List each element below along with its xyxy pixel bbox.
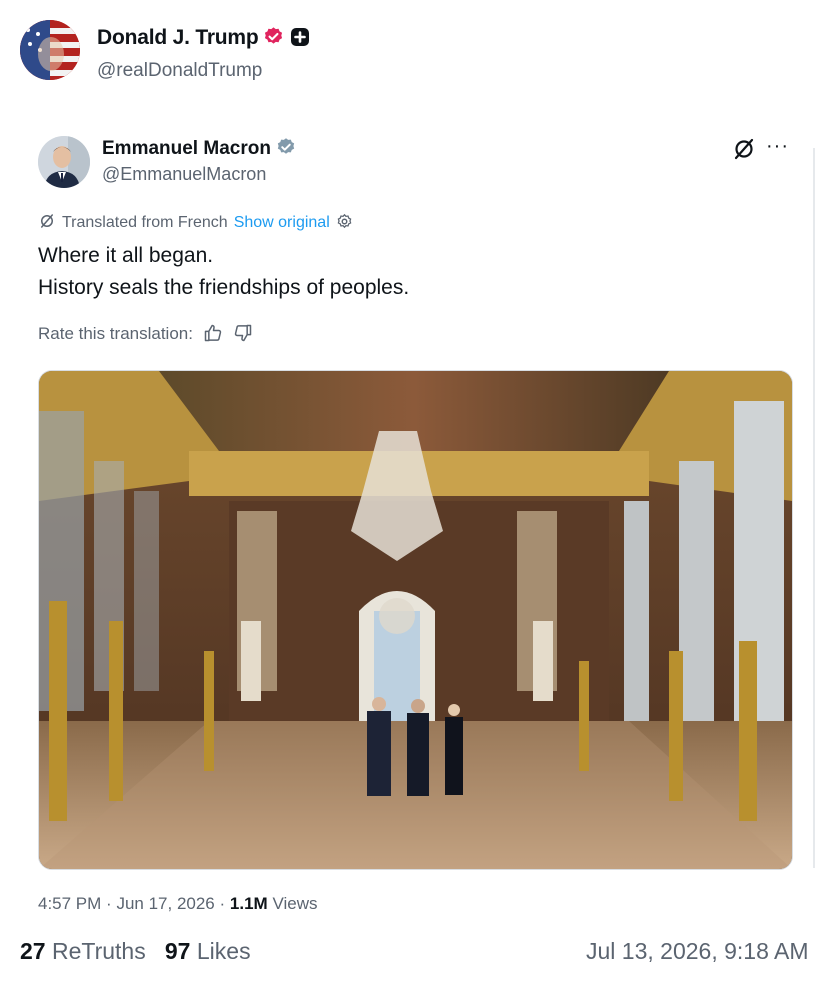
meta-separator: · bbox=[106, 894, 112, 913]
retruths-count[interactable]: 27 bbox=[20, 938, 46, 964]
grok-icon[interactable] bbox=[732, 137, 756, 161]
embedded-author-handle[interactable]: @EmmanuelMacron bbox=[102, 164, 266, 185]
tweet-text-line-2: History seals the friendships of peoples… bbox=[38, 276, 410, 299]
meta-separator: · bbox=[219, 894, 226, 913]
tweet-photo[interactable] bbox=[38, 370, 793, 870]
verified-badge-icon bbox=[263, 26, 284, 47]
likes-label[interactable]: Likes bbox=[197, 938, 251, 964]
tweet-date[interactable]: Jun 17, 2026 bbox=[116, 894, 214, 913]
card-divider bbox=[813, 148, 815, 868]
retruths-label[interactable]: ReTruths bbox=[52, 938, 146, 964]
likes-count[interactable]: 97 bbox=[165, 938, 191, 964]
show-original-link[interactable]: Show original bbox=[234, 214, 330, 231]
more-icon[interactable]: ··· bbox=[766, 136, 792, 160]
author-name[interactable]: Donald J. Trump bbox=[97, 26, 310, 50]
settings-icon[interactable] bbox=[336, 213, 353, 230]
translation-notice: Translated from French Show original bbox=[38, 212, 353, 232]
author-avatar[interactable] bbox=[20, 20, 80, 80]
embedded-author-avatar[interactable] bbox=[38, 136, 90, 188]
author-name-text[interactable]: Donald J. Trump bbox=[97, 26, 259, 49]
tweet-text-line-1: Where it all began. bbox=[38, 244, 214, 267]
thumbs-down-icon[interactable] bbox=[233, 323, 253, 343]
views-label: Views bbox=[272, 894, 318, 913]
rate-translation: Rate this translation: bbox=[38, 323, 253, 344]
embedded-author-name-text[interactable]: Emmanuel Macron bbox=[102, 138, 271, 159]
author-handle[interactable]: @realDonaldTrump bbox=[97, 60, 262, 82]
tweet-text: Where it all began. History seals the fr… bbox=[38, 240, 409, 304]
translate-icon bbox=[38, 212, 56, 230]
plus-badge-icon bbox=[290, 27, 310, 47]
tweet-time[interactable]: 4:57 PM bbox=[38, 894, 101, 913]
embedded-author-name[interactable]: Emmanuel Macron bbox=[102, 137, 296, 160]
thumbs-up-icon[interactable] bbox=[203, 323, 223, 343]
translated-label: Translated from French bbox=[62, 214, 228, 231]
tweet-metadata: 4:57 PM · Jun 17, 2026 · 1.1M Views bbox=[38, 894, 317, 914]
views-count[interactable]: 1.1M bbox=[230, 894, 268, 913]
post-timestamp: Jul 13, 2026, 9:18 AM bbox=[586, 938, 809, 964]
verified-check-icon bbox=[276, 137, 296, 157]
rate-label: Rate this translation: bbox=[38, 324, 193, 343]
engagement-stats: 27 ReTruths 97 Likes bbox=[20, 938, 251, 965]
